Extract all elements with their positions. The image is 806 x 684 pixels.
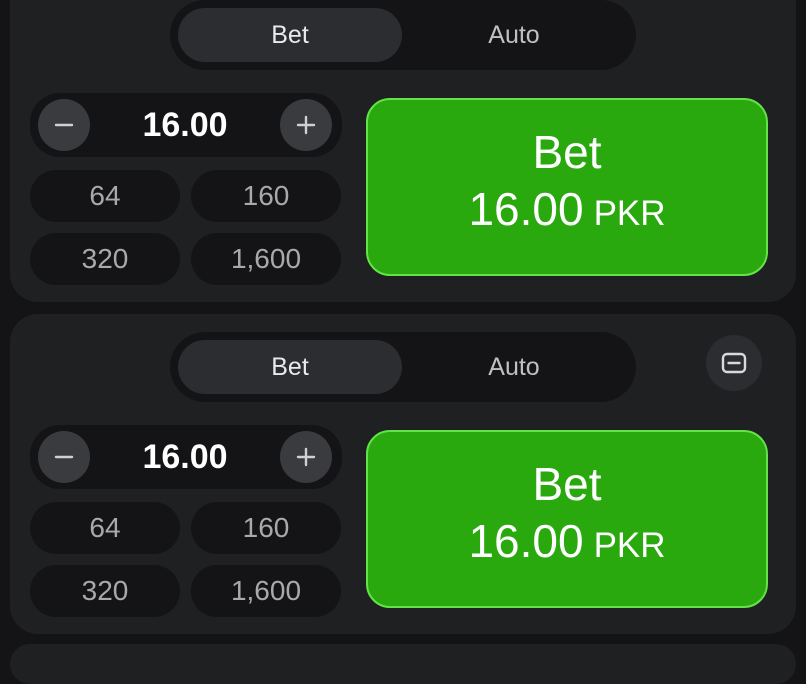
quick-amount-320[interactable]: 320 [30,565,180,617]
quick-amount-160[interactable]: 160 [191,170,341,222]
minus-icon [54,123,74,127]
stake-amount[interactable]: 16.00 [90,425,280,489]
bet-panel-1: Bet Auto 16.00 64 160 320 1,600 Bet 16.0… [10,0,796,302]
stake-stepper: 16.00 [30,93,342,157]
decrease-button[interactable] [38,431,90,483]
plus-icon [296,447,316,467]
mode-tabs: Bet Auto [170,332,636,402]
quick-amount-160[interactable]: 160 [191,502,341,554]
stake-amount[interactable]: 16.00 [90,93,280,157]
bet-currency: PKR [593,526,666,565]
tab-bet[interactable]: Bet [178,8,402,62]
tab-bet[interactable]: Bet [178,340,402,394]
quick-amount-1600[interactable]: 1,600 [191,565,341,617]
increase-button[interactable] [280,99,332,151]
plus-icon [296,115,316,135]
bet-currency: PKR [593,194,666,233]
bet-button-amount: 16.00 PKR [468,512,665,582]
bet-amount-value: 16.00 [468,515,584,567]
bet-button-label: Bet [532,458,602,510]
place-bet-button[interactable]: Bet 16.00 PKR [366,430,768,608]
bet-panel-2: Bet Auto 16.00 64 160 320 1,600 Bet 16.0… [10,314,796,634]
stake-stepper: 16.00 [30,425,342,489]
quick-amount-64[interactable]: 64 [30,170,180,222]
place-bet-button[interactable]: Bet 16.00 PKR [366,98,768,276]
decrease-button[interactable] [38,99,90,151]
quick-amount-320[interactable]: 320 [30,233,180,285]
bet-amount-value: 16.00 [468,183,584,235]
collapse-panel-icon [721,352,747,374]
tab-auto[interactable]: Auto [402,8,626,62]
remove-panel-button[interactable] [706,335,762,391]
minus-icon [54,455,74,459]
tab-auto[interactable]: Auto [402,340,626,394]
mode-tabs: Bet Auto [170,0,636,70]
increase-button[interactable] [280,431,332,483]
quick-amount-1600[interactable]: 1,600 [191,233,341,285]
bet-panel-3-partial [10,644,796,684]
bet-button-label: Bet [532,126,602,178]
bet-button-amount: 16.00 PKR [468,180,665,250]
quick-amount-64[interactable]: 64 [30,502,180,554]
